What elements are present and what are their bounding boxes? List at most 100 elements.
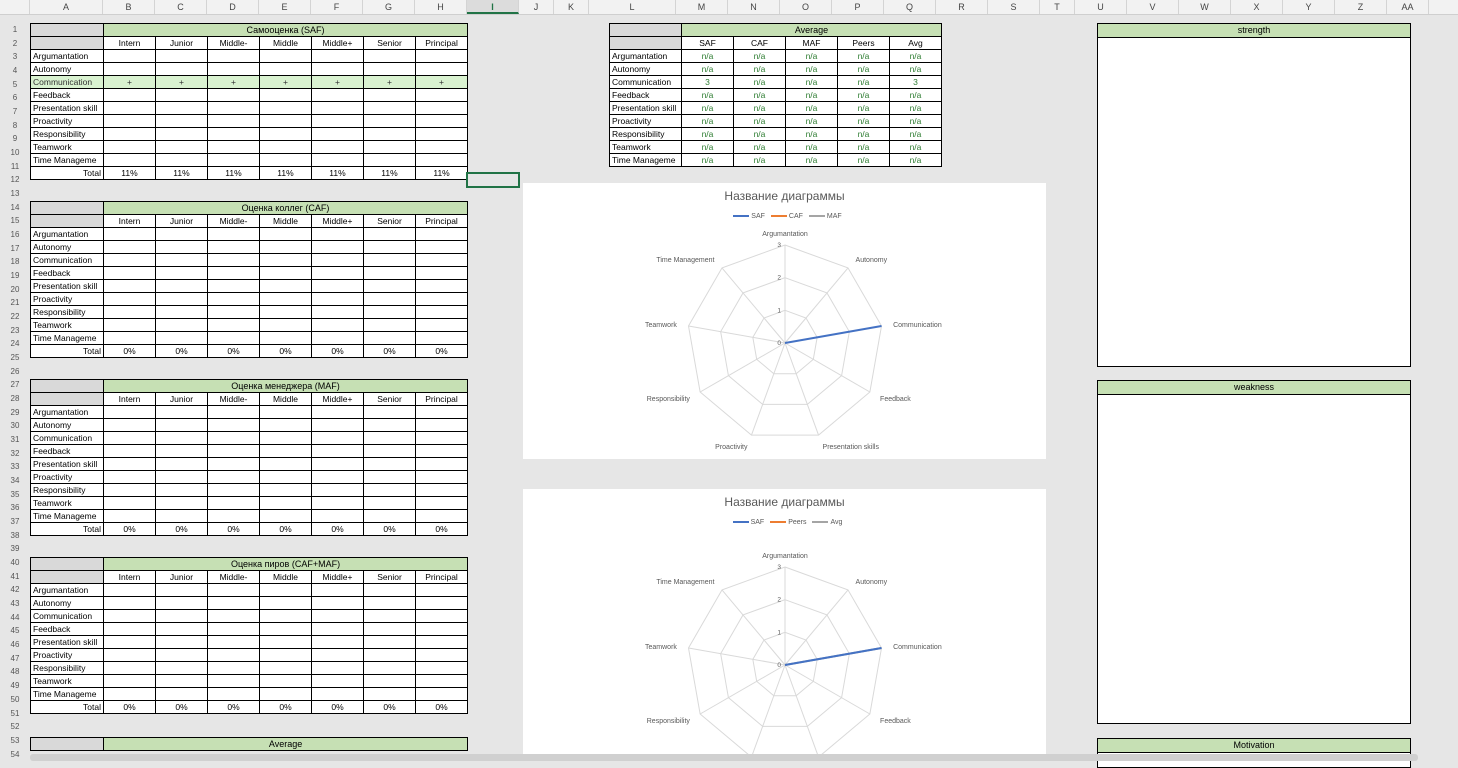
average-cell[interactable]: n/a	[837, 101, 890, 115]
row-header[interactable]: 36	[0, 501, 30, 514]
score-cell[interactable]	[363, 444, 416, 458]
score-cell[interactable]	[155, 227, 208, 241]
score-cell[interactable]: +	[311, 75, 364, 89]
score-cell[interactable]	[414, 266, 469, 280]
score-cell[interactable]	[207, 240, 260, 254]
score-cell[interactable]	[311, 483, 364, 497]
column-header-f[interactable]: F	[311, 0, 363, 14]
score-cell[interactable]	[259, 62, 312, 76]
score-cell[interactable]	[155, 483, 208, 497]
score-cell[interactable]	[259, 661, 312, 675]
average-cell[interactable]: n/a	[785, 140, 838, 154]
row-header[interactable]: 27	[0, 378, 30, 391]
score-cell[interactable]	[103, 127, 156, 141]
score-cell[interactable]	[207, 661, 260, 675]
score-cell[interactable]	[311, 305, 364, 319]
score-cell[interactable]	[259, 331, 312, 345]
score-cell[interactable]	[207, 279, 260, 293]
score-cell[interactable]	[363, 140, 416, 154]
score-cell[interactable]	[414, 279, 469, 293]
score-cell[interactable]	[311, 127, 364, 141]
average-cell[interactable]: 3	[889, 75, 942, 89]
average-cell[interactable]: n/a	[681, 127, 734, 141]
score-cell[interactable]	[155, 266, 208, 280]
score-cell[interactable]	[155, 622, 208, 636]
blank-cell[interactable]	[30, 570, 104, 584]
score-cell[interactable]	[311, 279, 364, 293]
score-cell[interactable]	[103, 496, 156, 510]
score-cell[interactable]	[414, 227, 469, 241]
score-cell[interactable]	[259, 648, 312, 662]
score-cell[interactable]	[311, 444, 364, 458]
score-cell[interactable]	[311, 622, 364, 636]
column-header-t[interactable]: T	[1040, 0, 1075, 14]
average-cell[interactable]: n/a	[785, 62, 838, 76]
average-cell[interactable]: n/a	[785, 114, 838, 128]
score-cell[interactable]	[259, 609, 312, 623]
score-cell[interactable]	[207, 444, 260, 458]
score-cell[interactable]	[207, 114, 260, 128]
score-cell[interactable]	[259, 279, 312, 293]
score-cell[interactable]	[155, 101, 208, 115]
row-header[interactable]: 2	[0, 37, 30, 50]
score-cell[interactable]	[259, 470, 312, 484]
score-cell[interactable]	[207, 431, 260, 445]
score-cell[interactable]	[207, 583, 260, 597]
row-header[interactable]: 37	[0, 515, 30, 528]
radar-chart-1[interactable]: Название диаграммы SAF CAF MAF Argumantati…	[523, 183, 1046, 459]
score-cell[interactable]	[207, 687, 260, 701]
average-cell[interactable]: n/a	[837, 153, 890, 167]
row-header[interactable]: 31	[0, 433, 30, 446]
score-cell[interactable]	[103, 622, 156, 636]
score-cell[interactable]	[311, 457, 364, 471]
score-cell[interactable]	[103, 318, 156, 332]
score-cell[interactable]	[415, 509, 468, 523]
score-cell[interactable]	[414, 127, 469, 141]
score-cell[interactable]	[363, 318, 416, 332]
score-cell[interactable]	[207, 101, 260, 115]
score-cell[interactable]	[103, 687, 156, 701]
score-cell[interactable]	[155, 153, 208, 167]
row-header[interactable]: 6	[0, 91, 30, 104]
score-cell[interactable]	[207, 153, 260, 167]
score-cell[interactable]	[207, 331, 260, 345]
row-header[interactable]: 3	[0, 50, 30, 63]
score-cell[interactable]	[259, 101, 312, 115]
average-cell[interactable]: n/a	[733, 114, 786, 128]
score-cell[interactable]	[207, 49, 260, 63]
horizontal-scrollbar[interactable]	[30, 754, 1418, 761]
total-cell[interactable]: 0%	[155, 344, 208, 358]
score-cell[interactable]	[415, 444, 468, 458]
score-cell[interactable]	[155, 140, 208, 154]
score-cell[interactable]	[311, 496, 364, 510]
score-cell[interactable]	[414, 305, 469, 319]
row-header[interactable]: 45	[0, 624, 30, 637]
row-header[interactable]: 52	[0, 720, 30, 733]
score-cell[interactable]	[259, 635, 312, 649]
score-cell[interactable]	[311, 674, 364, 688]
score-cell[interactable]	[155, 496, 208, 510]
row-header[interactable]: 17	[0, 242, 30, 255]
total-cell[interactable]: 0%	[207, 700, 260, 714]
score-cell[interactable]	[363, 405, 416, 419]
column-header-e[interactable]: E	[259, 0, 311, 14]
average-cell[interactable]: n/a	[681, 140, 734, 154]
average-cell[interactable]: n/a	[785, 153, 838, 167]
score-cell[interactable]	[259, 49, 312, 63]
score-cell[interactable]	[103, 240, 156, 254]
score-cell[interactable]	[414, 292, 469, 306]
score-cell[interactable]	[363, 609, 416, 623]
score-cell[interactable]	[311, 49, 364, 63]
row-header[interactable]: 47	[0, 652, 30, 665]
score-cell[interactable]	[415, 431, 468, 445]
average-cell[interactable]: n/a	[785, 88, 838, 102]
score-cell[interactable]	[259, 253, 312, 267]
motivation-panel[interactable]: Motivation	[1097, 738, 1411, 768]
row-header[interactable]: 53	[0, 734, 30, 747]
row-header[interactable]: 14	[0, 201, 30, 214]
score-cell[interactable]	[414, 240, 469, 254]
score-cell[interactable]	[155, 292, 208, 306]
row-header[interactable]: 9	[0, 132, 30, 145]
score-cell[interactable]	[155, 509, 208, 523]
score-cell[interactable]	[414, 331, 469, 345]
